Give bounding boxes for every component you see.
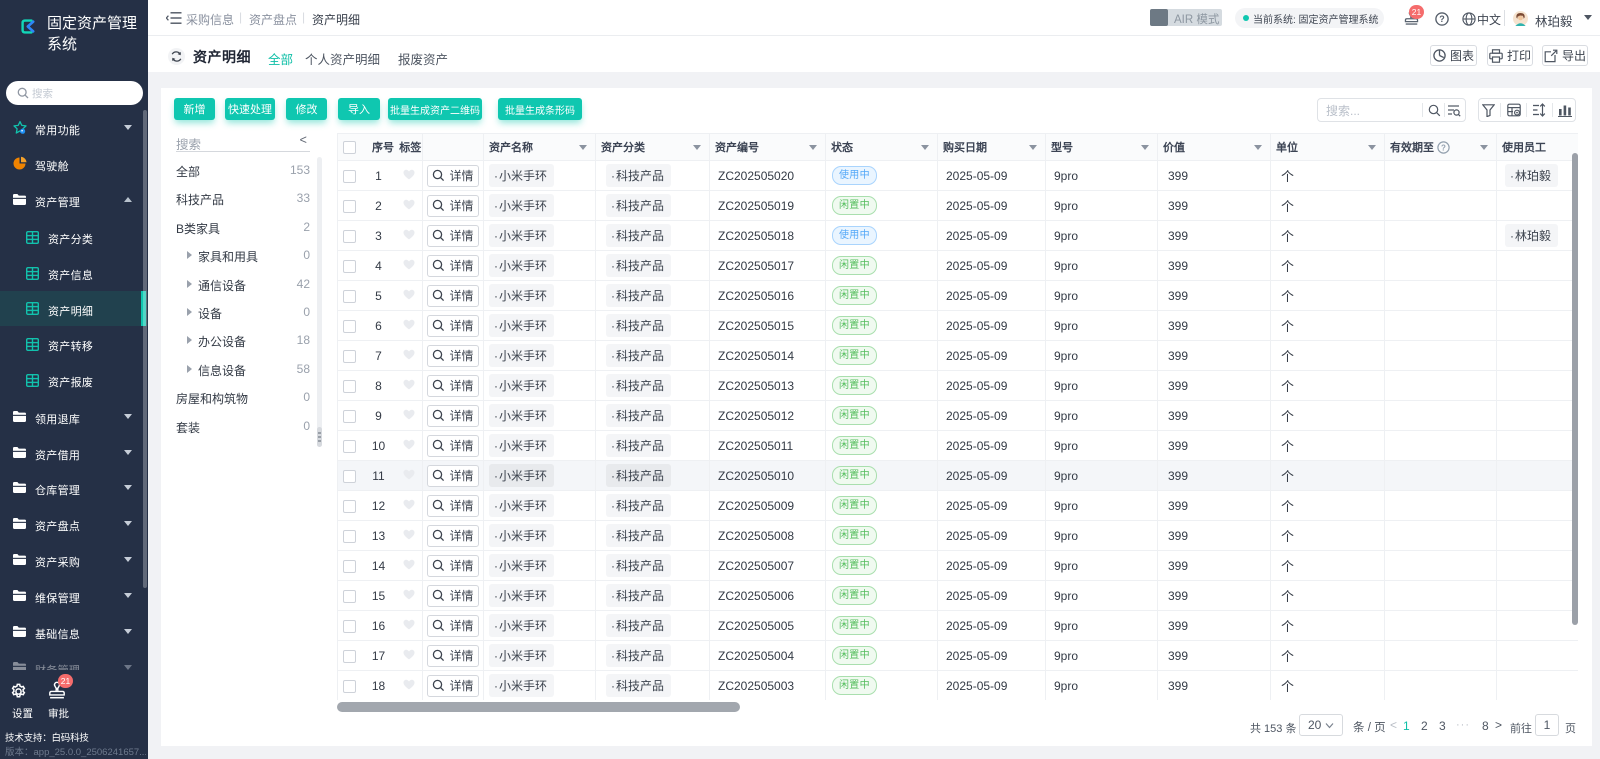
svg-text:?: ? bbox=[1439, 14, 1445, 24]
svg-text:?: ? bbox=[1441, 143, 1446, 152]
